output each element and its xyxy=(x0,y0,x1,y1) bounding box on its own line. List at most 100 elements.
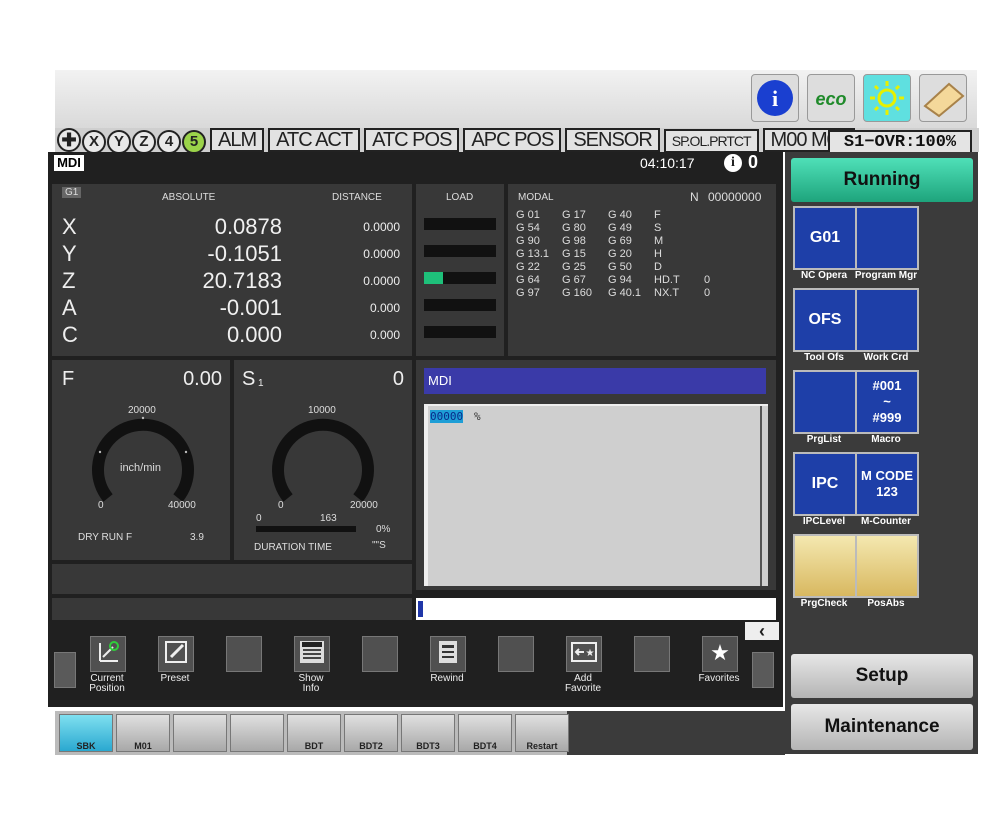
axis-load-bar xyxy=(424,245,496,257)
favorites-button[interactable]: ★ xyxy=(702,636,738,672)
show-info-button[interactable] xyxy=(294,636,330,672)
input-line[interactable] xyxy=(416,598,776,620)
spindle-gauge-min: 0 xyxy=(278,500,284,511)
softkey-label: M01 xyxy=(134,741,152,751)
modal-code: 0 xyxy=(704,274,711,286)
running-tab[interactable]: Running xyxy=(791,158,973,202)
function-prglist-button[interactable] xyxy=(793,370,857,434)
softkey-button[interactable]: BDT2 xyxy=(344,714,398,752)
toolbar-label: Favorites xyxy=(698,673,740,684)
softkey-label: BDT3 xyxy=(416,741,440,751)
eco-icon[interactable]: eco xyxy=(807,74,855,122)
current-position-button[interactable] xyxy=(90,636,126,672)
spindle-bar-value: 163 xyxy=(320,513,337,524)
main-panel: MDI 04:10:17 i 0 G1 ABSOLUTE DISTANCE X … xyxy=(48,152,783,707)
message-bar xyxy=(52,564,412,594)
softkey-button[interactable] xyxy=(230,714,284,752)
spindle-protect-status: SP.OL.PRTCT xyxy=(663,129,759,153)
load-header: LOAD xyxy=(446,192,474,203)
toolbar-right-scroll[interactable] xyxy=(752,652,774,688)
axis-name: Y xyxy=(62,241,77,266)
feed-gauge xyxy=(92,416,194,502)
function-posabs-button[interactable] xyxy=(855,534,919,598)
feed-gauge-right: 40000 xyxy=(168,500,196,511)
axis-distance-value: 0.0000 xyxy=(363,247,400,261)
alarm-info-icon[interactable]: i xyxy=(724,154,742,172)
right-panel: Running G01 NC Opera Program Mgr OFS Too… xyxy=(785,152,978,754)
function-label: PrgList xyxy=(806,434,842,445)
spindle-panel: S 1 0 10000 0 20000 0 163 0% DURATION TI… xyxy=(234,360,412,560)
function-macro-button[interactable]: #001 ~ #999 xyxy=(855,370,919,434)
function-program-mgr-button[interactable] xyxy=(855,206,919,270)
modal-code: G 49 xyxy=(608,222,632,234)
axis-absolute-value: 0.0878 xyxy=(214,214,282,239)
modal-code: G 01 xyxy=(516,209,540,221)
feed-gauge-min: 0 xyxy=(98,500,104,511)
toolbar-blank-button[interactable] xyxy=(226,636,262,672)
softkey-button[interactable]: Restart xyxy=(515,714,569,752)
function-nc-opera-button[interactable]: G01 xyxy=(793,206,857,270)
spindle-gauge xyxy=(272,418,374,502)
function-work-crd-button[interactable] xyxy=(855,288,919,352)
position-panel: G1 ABSOLUTE DISTANCE X 0.0878 0.0000 Y -0… xyxy=(52,184,412,356)
toolbar-label: Preset xyxy=(160,673,190,684)
duration-value: ""S xyxy=(372,540,386,551)
function-tool-ofs-button[interactable]: OFS xyxy=(793,288,857,352)
softkey-button[interactable] xyxy=(173,714,227,752)
toolbar-blank-button[interactable] xyxy=(498,636,534,672)
modal-code: HD.T xyxy=(654,274,680,286)
toolbar-blank-button[interactable] xyxy=(634,636,670,672)
softkey-label: SBK xyxy=(76,741,96,751)
add-favorite-button[interactable]: ★ xyxy=(566,636,602,672)
modal-code: G 17 xyxy=(562,209,586,221)
softkey-button[interactable]: M01 xyxy=(116,714,170,752)
axis-name: Z xyxy=(62,268,76,293)
show-info-icon xyxy=(298,639,326,670)
softkey-button[interactable]: SBK xyxy=(59,714,113,752)
mdi-editor[interactable]: 00000 % xyxy=(424,404,768,586)
axis-distance-value: 0.0000 xyxy=(363,274,400,288)
modal-code: G 22 xyxy=(516,261,540,273)
function-label: Macro xyxy=(871,434,901,445)
light-icon[interactable] xyxy=(863,74,911,122)
sequence-label: N xyxy=(690,190,699,204)
svg-text:★: ★ xyxy=(586,648,595,659)
clock: 04:10:17 xyxy=(640,155,695,171)
load-panel: LOAD xyxy=(416,184,504,356)
info-icon[interactable]: i xyxy=(751,74,799,122)
duration-label: DURATION TIME xyxy=(254,542,332,553)
modal-code: G 80 xyxy=(562,222,586,234)
function-ipclevel-button[interactable]: IPC xyxy=(793,452,857,516)
setup-tab[interactable]: Setup xyxy=(791,654,973,698)
add-favorite-icon: ★ xyxy=(570,639,598,670)
function-icon: #001 ~ #999 xyxy=(872,378,902,425)
function-label: NC Opera xyxy=(800,270,848,281)
rewind-icon xyxy=(435,639,461,670)
maintenance-tab[interactable]: Maintenance xyxy=(791,704,973,750)
distance-header: DISTANCE xyxy=(332,192,382,203)
softkey-button[interactable]: BDT3 xyxy=(401,714,455,752)
function-prgcheck-button[interactable] xyxy=(793,534,857,598)
modal-code: G 40.1 xyxy=(608,287,642,299)
softkey-button[interactable]: BDT xyxy=(287,714,341,752)
modal-code: G 98 xyxy=(562,235,586,247)
axis-absolute-value: -0.1051 xyxy=(207,241,282,266)
modal-code: G 94 xyxy=(608,274,632,286)
mdi-scrollbar[interactable] xyxy=(760,406,762,586)
softkey-label: BDT2 xyxy=(359,741,383,751)
toolbar-back-button[interactable]: ‹ xyxy=(745,622,779,640)
modal-code: 0 xyxy=(704,287,711,299)
function-m-counter-button[interactable]: M CODE 123 xyxy=(855,452,919,516)
rewind-button[interactable] xyxy=(430,636,466,672)
toolbar-blank-button[interactable] xyxy=(362,636,398,672)
axis-indicator-active: 5 xyxy=(182,130,206,154)
preset-icon xyxy=(163,639,189,670)
preset-button[interactable] xyxy=(158,636,194,672)
softkey-button[interactable]: BDT4 xyxy=(458,714,512,752)
eraser-icon[interactable] xyxy=(919,74,967,122)
all-axis-icon: ✚ xyxy=(57,128,81,152)
modal-code: G 15 xyxy=(562,248,586,260)
function-icon: IPC xyxy=(811,475,839,492)
toolbar-label: Add Favorite xyxy=(564,673,602,694)
feed-label: F xyxy=(62,368,75,390)
